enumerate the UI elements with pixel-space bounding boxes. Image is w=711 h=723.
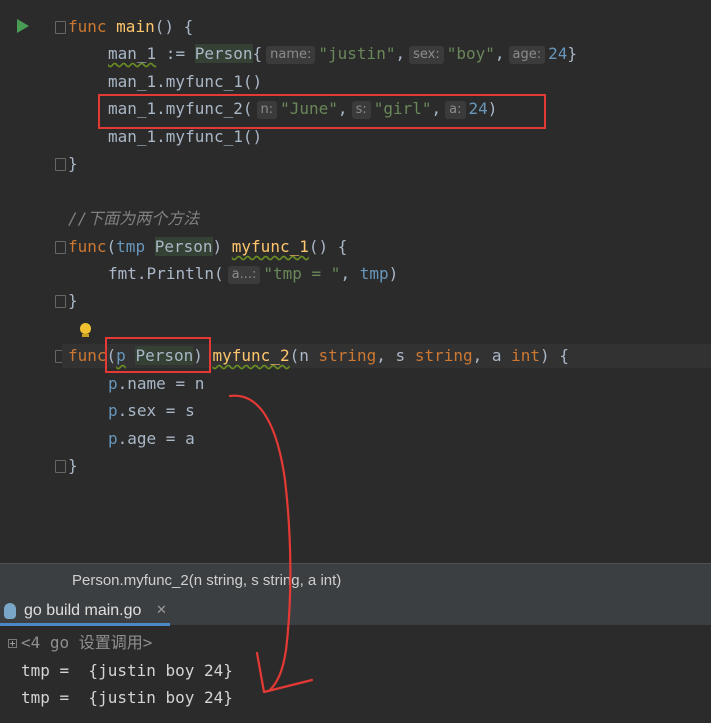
console-header: <4 go 设置调用> [21, 633, 153, 652]
code-text: ( [106, 237, 117, 256]
function-name: myfunc_1 [231, 237, 309, 256]
type-name: Person [194, 44, 253, 63]
code-text: () { [154, 17, 194, 36]
code-text: .age = a [117, 429, 195, 448]
code-text: } [567, 44, 578, 63]
code-text: ) [388, 264, 399, 283]
code-text: ( [213, 264, 224, 283]
signature-tooltip: Person.myfunc_2(n string, s string, a in… [0, 563, 711, 596]
gopher-icon [4, 603, 16, 619]
function-name: main [116, 17, 155, 36]
code-line[interactable]: func main() { [68, 15, 193, 39]
string-literal: "boy" [446, 44, 495, 63]
code-line[interactable]: p.name = n [108, 372, 204, 396]
param-hint: age: [508, 46, 546, 64]
editor-gutter [0, 0, 62, 563]
tab-run-config[interactable]: go build main.go ✕ [0, 596, 170, 626]
code-text: , a [472, 346, 512, 365]
code-text: } [68, 456, 78, 475]
type-keyword: string [318, 346, 377, 365]
code-text: (n [289, 346, 319, 365]
function-call: Println [146, 264, 214, 283]
code-text: ) { [540, 346, 569, 365]
code-text: , [395, 44, 406, 63]
type-keyword: string [414, 346, 473, 365]
code-text: , s [376, 346, 415, 365]
param-hint: name: [266, 46, 316, 64]
lightbulb-icon[interactable] [79, 323, 91, 337]
code-line[interactable]: man_1.myfunc_1() [108, 125, 262, 149]
fold-marker-icon[interactable] [55, 241, 66, 254]
code-text: { [252, 44, 263, 63]
package-name: fmt [108, 264, 137, 283]
keyword: func [68, 17, 107, 36]
receiver: tmp [116, 237, 146, 256]
fold-marker-icon[interactable] [55, 158, 66, 171]
code-line[interactable]: func(tmp Person) myfunc_1() { [68, 235, 347, 259]
code-text: := [156, 44, 195, 63]
code-line[interactable]: p.sex = s [108, 399, 195, 423]
keyword: func [68, 237, 107, 256]
run-icon[interactable] [17, 19, 29, 33]
code-line[interactable]: fmt.Println(a...: "tmp = ", tmp) [108, 262, 398, 286]
receiver: p [108, 374, 118, 393]
variable: man_1 [108, 44, 157, 63]
param-hint: sex: [409, 46, 444, 64]
code-text: } [68, 154, 78, 173]
run-tool-window-tabs: go build main.go ✕ [0, 596, 711, 626]
code-line[interactable]: p.age = a [108, 427, 195, 451]
console-output-line: tmp = {justin boy 24} [21, 661, 233, 680]
code-text: } [68, 291, 78, 310]
comment-text: //下面为两个方法 [68, 209, 200, 228]
code-text: .name = n [117, 374, 205, 393]
string-literal: "justin" [318, 44, 396, 63]
code-text: . [136, 264, 147, 283]
code-line[interactable]: man_1 := Person{name: "justin", sex: "boy",… [108, 42, 577, 66]
run-console[interactable]: <4 go 设置调用> tmp = {justin boy 24} tmp = … [0, 626, 711, 723]
receiver: p [108, 401, 118, 420]
variable: tmp [359, 264, 389, 283]
code-editor[interactable]: func main() { man_1 := Person{name: "just… [0, 0, 711, 563]
expand-icon[interactable] [8, 639, 17, 648]
highlight-box [105, 337, 211, 373]
string-literal: "tmp = " [263, 264, 341, 283]
code-line[interactable]: } [68, 454, 78, 478]
type-keyword: int [511, 346, 541, 365]
fold-marker-icon[interactable] [55, 21, 66, 34]
code-text: man_1.myfunc_1() [108, 72, 263, 91]
code-comment[interactable]: //下面为两个方法 [68, 207, 199, 231]
code-line[interactable]: } [68, 289, 78, 313]
type-name: Person [154, 237, 213, 256]
param-hint: a...: [227, 266, 261, 284]
console-output-line: tmp = {justin boy 24} [21, 688, 233, 707]
code-text: man_1.myfunc_1() [108, 127, 263, 146]
code-line[interactable]: } [68, 152, 78, 176]
keyword: func [68, 346, 107, 365]
code-text: , [494, 44, 505, 63]
tab-title: go build main.go [24, 602, 142, 619]
code-text: , [340, 264, 360, 283]
fold-marker-icon[interactable] [55, 460, 66, 473]
close-icon[interactable]: ✕ [156, 596, 167, 625]
code-text: .sex = s [117, 401, 195, 420]
function-name: myfunc_2 [212, 346, 290, 365]
fold-marker-icon[interactable] [55, 295, 66, 308]
tooltip-text: Person.myfunc_2(n string, s string, a in… [72, 572, 342, 589]
highlight-box [98, 94, 546, 129]
receiver: p [108, 429, 118, 448]
number-literal: 24 [548, 44, 568, 63]
code-text: () { [308, 237, 348, 256]
code-text: ) [212, 237, 232, 256]
code-line[interactable]: man_1.myfunc_1() [108, 70, 262, 94]
